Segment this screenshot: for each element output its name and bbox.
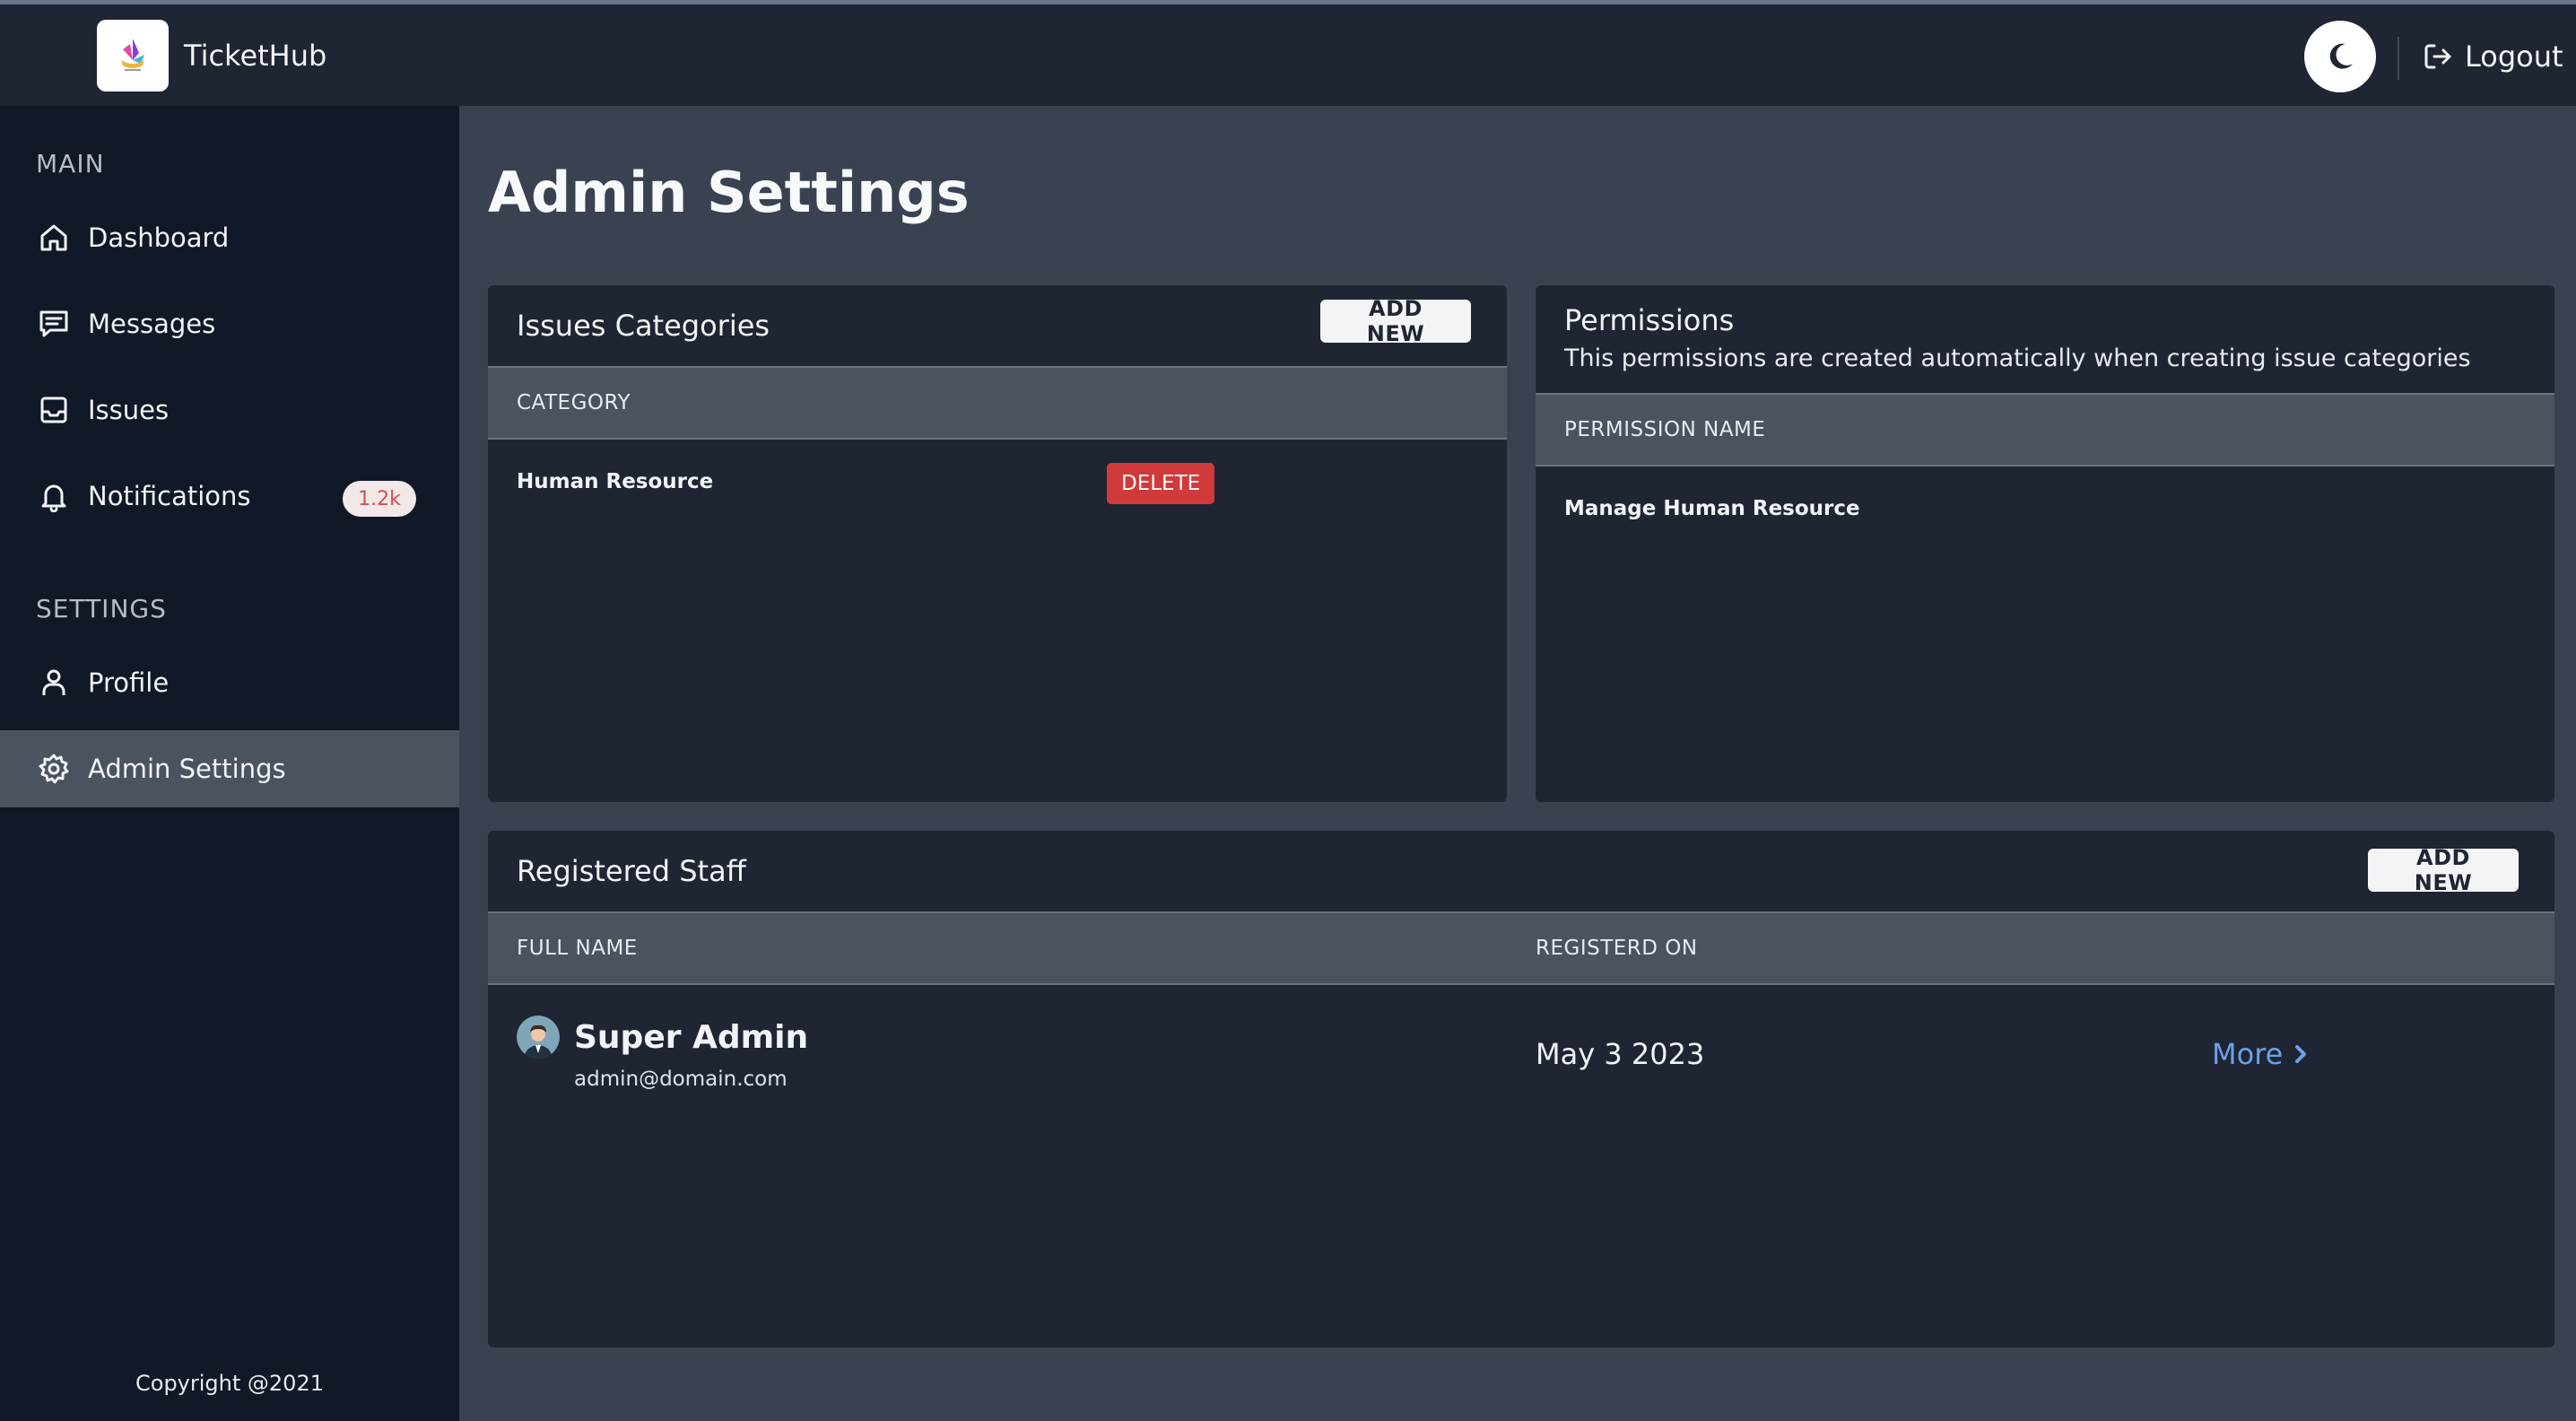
registered-staff-card: Registered Staff ADD NEW FULL NAME REGIS…: [488, 831, 2554, 1347]
inbox-icon: [36, 392, 72, 428]
user-icon: [36, 665, 72, 701]
bell-icon: [36, 478, 72, 514]
moon-icon: [2329, 43, 2353, 69]
permissions-card: Permissions This permissions are created…: [1536, 285, 2554, 802]
permissions-subtitle: This permissions are created automatical…: [1564, 344, 2471, 372]
sidebar-item-label: Profile: [88, 667, 170, 698]
app-logo[interactable]: [97, 20, 169, 92]
staff-table-header: FULL NAME REGISTERD ON: [488, 911, 2554, 985]
sidebar-item-admin-settings[interactable]: Admin Settings: [0, 730, 459, 807]
chevron-right-icon: [2295, 1045, 2307, 1063]
avatar: [517, 1016, 560, 1059]
staff-full-name: Super Admin: [574, 1019, 809, 1056]
logout-button[interactable]: Logout: [2422, 39, 2563, 74]
copyright-text: Copyright @2021: [135, 1371, 324, 1396]
permission-name: Manage Human Resource: [1564, 497, 1860, 520]
app-title: TicketHub: [184, 39, 327, 73]
sidebar-item-dashboard[interactable]: Dashboard: [0, 199, 459, 276]
logo-icon: [121, 39, 144, 71]
staff-email: admin@domain.com: [574, 1068, 788, 1091]
permission-name-column-header: PERMISSION NAME: [1564, 418, 1766, 441]
sidebar-item-profile[interactable]: Profile: [0, 644, 459, 721]
sidebar-section-main: MAIN: [36, 149, 105, 179]
sidebar-item-messages[interactable]: Messages: [0, 285, 459, 362]
category-name: Human Resource: [517, 470, 714, 493]
sidebar-item-label: Admin Settings: [88, 754, 286, 784]
full-name-column-header: FULL NAME: [517, 937, 638, 960]
issues-categories-title: Issues Categories: [517, 309, 770, 343]
notifications-count-badge: 1.2k: [343, 481, 416, 517]
top-bar: TicketHub Logout: [0, 0, 2576, 106]
staff-registered-date: May 3 2023: [1536, 1037, 1705, 1071]
issues-categories-card: Issues Categories ADD NEW CATEGORY Human…: [488, 285, 1507, 802]
registered-staff-title: Registered Staff: [517, 854, 746, 888]
gear-icon: [36, 751, 72, 787]
page-title: Admin Settings: [488, 160, 970, 225]
sidebar-section-settings: SETTINGS: [36, 594, 167, 623]
sidebar: MAIN Dashboard Messages Issues Notificat…: [0, 106, 459, 1421]
message-icon: [36, 306, 72, 342]
add-staff-button[interactable]: ADD NEW: [2368, 845, 2519, 895]
delete-category-button[interactable]: DELETE: [1107, 463, 1215, 504]
home-icon: [36, 220, 72, 256]
sidebar-item-label: Notifications: [88, 481, 251, 511]
permissions-table-header: PERMISSION NAME: [1536, 393, 2554, 466]
categories-table-header: CATEGORY: [488, 366, 1507, 440]
sidebar-item-label: Messages: [88, 309, 216, 339]
logout-icon: [2424, 44, 2451, 69]
staff-more-link[interactable]: More: [2212, 1037, 2310, 1071]
sidebar-item-label: Issues: [88, 395, 170, 425]
more-label: More: [2212, 1037, 2284, 1071]
sidebar-item-label: Dashboard: [88, 222, 230, 253]
theme-toggle-button[interactable]: [2304, 21, 2376, 92]
sidebar-item-notifications[interactable]: Notifications 1.2k: [0, 458, 459, 535]
category-column-header: CATEGORY: [517, 391, 631, 414]
add-category-button[interactable]: ADD NEW: [1320, 296, 1471, 346]
sidebar-item-issues[interactable]: Issues: [0, 371, 459, 449]
registered-on-column-header: REGISTERD ON: [1536, 937, 1698, 960]
permissions-title: Permissions: [1564, 303, 1735, 337]
logout-label: Logout: [2465, 39, 2563, 74]
topbar-divider: [2398, 37, 2399, 80]
